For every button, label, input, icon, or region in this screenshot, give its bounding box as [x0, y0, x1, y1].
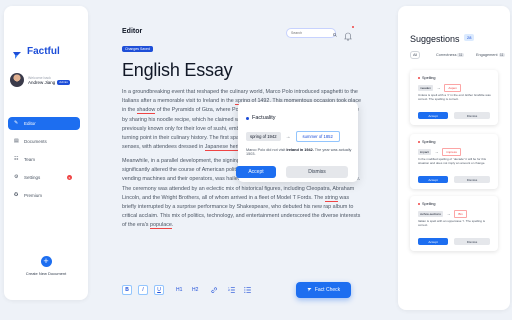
category-dot [418, 77, 420, 79]
sidebar-item-team[interactable]: ☷ Team [8, 153, 80, 166]
sidebar: Factful Welcome back Andrew Jiang Admin … [4, 6, 88, 300]
popup-correction: spring of 1942 → summer of 1852 [246, 131, 340, 142]
arrow-right-icon: → [446, 212, 451, 216]
sidebar-item-settings[interactable]: ⚙ Settings 5 [8, 171, 80, 184]
filter-engagement[interactable]: Engagement 11 [476, 51, 505, 59]
filter-label: Correctness [436, 53, 457, 57]
sidebar-item-premium[interactable]: ✪ Premium [8, 189, 80, 202]
suggestion-type: Spelling [422, 202, 436, 206]
accept-button[interactable]: Accept [418, 112, 448, 119]
suggestion-type: Spelling [422, 76, 436, 80]
fact-check-label: Fact Check [314, 287, 341, 293]
arrow-right-icon: → [436, 86, 441, 90]
suggestion-message: Italian is spelt with an uppercase ’i’. … [418, 219, 485, 227]
bold-button[interactable]: B [122, 285, 132, 295]
accept-button[interactable]: Accept [418, 238, 448, 245]
search-icon [333, 24, 337, 42]
page-title: Editor [122, 28, 143, 35]
gear-icon: ⚙ [14, 174, 19, 180]
flagged-phrase[interactable]: populace [150, 222, 172, 230]
status-dot [246, 116, 249, 120]
logo-icon [12, 47, 22, 59]
suggestions-count: 28 [464, 34, 475, 41]
search-box[interactable] [286, 28, 337, 38]
popup-header: Factuality [246, 115, 276, 121]
suggestion-card[interactable]: Spelling impact → impress In the modifie… [410, 134, 498, 189]
suggested-text[interactable]: Aspen [444, 84, 461, 92]
numbered-list-icon[interactable] [228, 285, 235, 295]
search-input[interactable] [291, 31, 331, 35]
category-dot [418, 141, 420, 143]
original-text: meaden [418, 85, 433, 91]
original-text: impact [418, 149, 431, 155]
flagged-phrase[interactable]: string [324, 194, 338, 202]
star-icon: ✪ [14, 192, 19, 198]
sidebar-item-editor[interactable]: ✎ Editor [8, 117, 80, 130]
user-profile[interactable]: Welcome back Andrew Jiang Admin [10, 73, 70, 87]
sidebar-item-label: Settings [24, 175, 41, 180]
popup-title: Factuality [252, 115, 276, 121]
notification-icon[interactable] [344, 26, 354, 41]
accept-button[interactable]: Accept [418, 176, 448, 183]
filter-all[interactable]: All [410, 51, 421, 59]
suggested-text[interactable]: Bin [454, 210, 467, 218]
bulleted-list-icon[interactable] [244, 285, 251, 295]
create-document-button[interactable]: + [40, 256, 52, 267]
suggestion-card[interactable]: Spelling meaden → Aspen Unless is spelt … [410, 70, 498, 125]
sidebar-item-documents[interactable]: ▤ Documents [8, 135, 80, 148]
fact-check-icon [307, 287, 312, 294]
suggested-text[interactable]: summer of 1852 [295, 131, 340, 142]
suggestion-type: Spelling [422, 140, 436, 144]
heading2-button[interactable]: H2 [192, 285, 198, 295]
avatar [10, 73, 24, 87]
sidebar-item-label: Documents [24, 139, 47, 144]
settings-badge: 5 [67, 175, 72, 180]
filter-label: Engagement [476, 53, 498, 57]
filter-count: 11 [498, 53, 505, 57]
dismiss-button[interactable]: Dismiss [454, 238, 490, 245]
message-emphasis: Ireland in 1942. [286, 148, 314, 152]
flagged-phrase[interactable]: shadow [136, 107, 156, 115]
suggested-text[interactable]: impress [442, 148, 461, 156]
suggestions-title: Suggestions [410, 34, 460, 44]
role-badge: Admin [57, 79, 70, 85]
pen-icon: ✎ [14, 120, 19, 126]
popup-message: Marco Polo did not visit Ireland in 1942… [246, 148, 356, 156]
arrow-right-icon: → [434, 150, 439, 154]
sidebar-item-label: Team [24, 157, 36, 162]
suggestion-card[interactable]: Spelling curfew-sections → Bin Italian i… [410, 196, 498, 251]
dismiss-button[interactable]: Dismiss [454, 112, 490, 119]
text-span: . [171, 222, 174, 229]
suggestion-message: In the modified spelling of “decade” it … [418, 157, 487, 165]
document-icon: ▤ [14, 138, 19, 144]
create-document-label: Create New Document [25, 271, 67, 276]
new-document: + Create New Document [4, 256, 88, 276]
italic-button[interactable]: I [138, 285, 148, 295]
user-name: Andrew Jiang [28, 79, 56, 85]
arrow-right-icon: → [285, 133, 291, 140]
heading1-button[interactable]: H1 [176, 285, 182, 295]
team-icon: ☷ [14, 156, 19, 162]
brand[interactable]: Factful [12, 46, 60, 59]
filter-correctness[interactable]: Correctness 11 [436, 51, 464, 59]
sidebar-item-label: Editor [24, 121, 36, 126]
filter-label: All [413, 53, 418, 57]
suggestion-message: Unless is spelt with a ’z’ in the end. E… [418, 93, 491, 101]
dismiss-button[interactable]: Dismiss [286, 166, 348, 178]
dismiss-button[interactable]: Dismiss [454, 176, 490, 183]
original-text: spring of 1942 [246, 132, 281, 141]
original-text: curfew-sections [418, 211, 443, 217]
save-status-tag: Changes Saved [122, 46, 153, 52]
underline-button[interactable]: U [154, 285, 164, 295]
sidebar-nav: ✎ Editor ▤ Documents ☷ Team ⚙ Settings 5… [8, 117, 80, 207]
notification-dot [352, 26, 354, 28]
filter-count: 11 [457, 53, 464, 57]
document-title[interactable]: English Essay [122, 60, 233, 81]
brand-name: Factful [27, 46, 60, 57]
sidebar-item-label: Premium [24, 193, 43, 198]
fact-check-button[interactable]: Fact Check [296, 282, 351, 298]
link-icon[interactable] [211, 285, 217, 295]
category-dot [418, 203, 420, 205]
accept-button[interactable]: Accept [236, 166, 276, 178]
